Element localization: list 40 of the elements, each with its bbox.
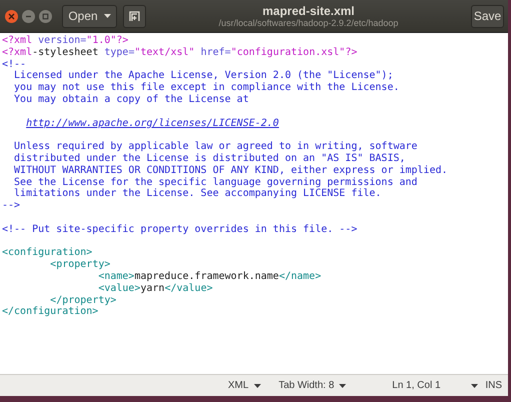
new-tab-icon bbox=[129, 10, 140, 22]
code-line: --> bbox=[2, 200, 20, 212]
status-dropdown[interactable]: XML bbox=[228, 378, 261, 393]
code-line: <property> bbox=[49, 259, 110, 271]
code-line: Licensed under the Apache License, Version 2.0 (the "License"); bbox=[13, 70, 394, 82]
code-line: limitations under the License. See accompanying LICENSE file. bbox=[13, 188, 382, 200]
code-line: </property> bbox=[49, 294, 116, 306]
code-line: you may not use this file except in compliance with the License. bbox=[13, 82, 400, 94]
caret-icon bbox=[104, 14, 111, 18]
status-menu-button[interactable] bbox=[470, 384, 478, 388]
code-line: <configuration> bbox=[2, 247, 92, 260]
code-line: <!-- bbox=[2, 58, 26, 70]
caret-icon bbox=[339, 384, 346, 388]
code-line: <!-- Put site-specific property overrides in this file. --> bbox=[2, 224, 358, 236]
maximize-icon bbox=[42, 12, 49, 20]
file-path: /usr/local/softwares/hadoop-2.9.2/etc/hadoop bbox=[218, 18, 398, 28]
status-text: INS bbox=[485, 379, 502, 393]
close-button[interactable] bbox=[5, 10, 18, 22]
minimize-button[interactable] bbox=[22, 10, 35, 22]
code-line: Unless required by applicable law or agreed to in writing, software bbox=[13, 141, 418, 153]
save-button[interactable]: Save bbox=[471, 4, 504, 28]
code-line: <?xml-stylesheet type="text/xsl" href="configuration.xsl"?> bbox=[2, 46, 358, 59]
code-line: distributed under the License is distributed on an "AS IS" BASIS, bbox=[13, 152, 406, 165]
code-line: </configuration> bbox=[2, 306, 98, 318]
status-dropdown[interactable]: Tab Width: 8 bbox=[278, 378, 346, 393]
window-title: mapred-site.xml bbox=[262, 4, 355, 16]
caret-icon bbox=[254, 384, 261, 388]
code-line: <value>yarn</value> bbox=[97, 282, 213, 295]
open-button[interactable]: Open bbox=[62, 4, 117, 28]
status-text: Ln 1, Col 1 bbox=[392, 379, 441, 393]
close-icon bbox=[8, 12, 15, 20]
code-line: WITHOUT WARRANTIES OR CONDITIONS OF ANY KIND, either express or implied. bbox=[13, 164, 448, 177]
new-tab-button[interactable] bbox=[123, 4, 146, 28]
caret-icon bbox=[470, 384, 478, 388]
code-line: <name>mapreduce.framework.name</name> bbox=[97, 270, 322, 283]
code-line: See the License for the specific language governing permissions and bbox=[13, 176, 418, 188]
maximize-button[interactable] bbox=[39, 10, 52, 22]
code-line: You may obtain a copy of the License at bbox=[13, 94, 249, 106]
url-link[interactable]: http://www.apache.org/licenses/LICENSE-2.0 bbox=[26, 118, 279, 129]
code-line: <?xml version="1.0"?> bbox=[2, 35, 128, 47]
